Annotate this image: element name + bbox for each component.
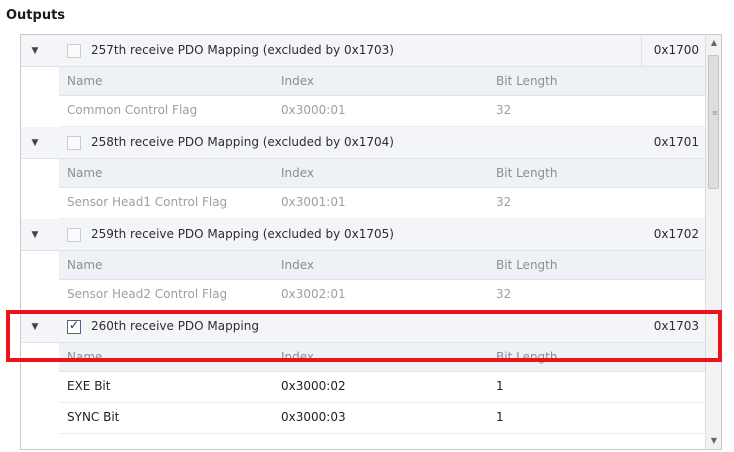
table-row[interactable]: EXE Bit 0x3000:02 1 bbox=[59, 372, 707, 403]
column-bitlength-header: Bit Length bbox=[496, 74, 558, 88]
table-row[interactable]: Sensor Head1 Control Flag 0x3001:01 32 bbox=[59, 188, 707, 219]
column-name-header: Name bbox=[67, 258, 103, 272]
column-divider bbox=[641, 35, 642, 67]
entry-index: 0x3002:01 bbox=[281, 287, 346, 301]
entry-bit-length: 1 bbox=[496, 379, 504, 393]
pdo-checkbox-1701[interactable] bbox=[67, 136, 81, 150]
scroll-thumb[interactable]: ≡ bbox=[708, 55, 719, 189]
pdo-group-title: 259th receive PDO Mapping (excluded by 0… bbox=[91, 227, 394, 241]
pdo-group-header-1702[interactable]: ▼ 259th receive PDO Mapping (excluded by… bbox=[21, 219, 707, 251]
entry-name: Common Control Flag bbox=[67, 103, 198, 117]
expand-toggle-icon[interactable]: ▼ bbox=[29, 45, 41, 57]
expand-toggle-icon[interactable]: ▼ bbox=[29, 137, 41, 149]
column-header-row: Name Index Bit Length bbox=[59, 251, 707, 280]
entry-bit-length: 32 bbox=[496, 287, 512, 301]
highlight-annotation-box bbox=[6, 310, 722, 362]
expand-toggle-icon[interactable]: ▼ bbox=[29, 229, 41, 241]
pdo-group-header-1701[interactable]: ▼ 258th receive PDO Mapping (excluded by… bbox=[21, 127, 707, 159]
entry-bit-length: 32 bbox=[496, 195, 512, 209]
column-index-header: Index bbox=[281, 258, 315, 272]
entry-name: SYNC Bit bbox=[67, 410, 120, 424]
entry-index: 0x3000:02 bbox=[281, 379, 346, 393]
pdo-checkbox-1702[interactable] bbox=[67, 228, 81, 242]
pdo-rows: ▼ 257th receive PDO Mapping (excluded by… bbox=[21, 35, 707, 434]
pdo-group-index: 0x1700 bbox=[653, 43, 699, 57]
table-row[interactable]: Sensor Head2 Control Flag 0x3002:01 32 bbox=[59, 280, 707, 311]
pdo-group-header-1700[interactable]: ▼ 257th receive PDO Mapping (excluded by… bbox=[21, 35, 707, 67]
column-index-header: Index bbox=[281, 166, 315, 180]
scroll-up-icon[interactable]: ▲ bbox=[706, 35, 721, 51]
column-name-header: Name bbox=[67, 166, 103, 180]
outputs-pdo-list[interactable]: ▼ 257th receive PDO Mapping (excluded by… bbox=[20, 34, 722, 450]
entry-bit-length: 32 bbox=[496, 103, 512, 117]
vertical-scrollbar[interactable]: ▲ ≡ ▼ bbox=[705, 35, 721, 449]
column-bitlength-header: Bit Length bbox=[496, 258, 558, 272]
entry-name: EXE Bit bbox=[67, 379, 111, 393]
scroll-down-icon[interactable]: ▼ bbox=[706, 433, 721, 449]
pdo-group-title: 257th receive PDO Mapping (excluded by 0… bbox=[91, 43, 394, 57]
column-bitlength-header: Bit Length bbox=[496, 166, 558, 180]
pdo-group-index: 0x1702 bbox=[653, 227, 699, 241]
outputs-title: Outputs bbox=[6, 8, 66, 23]
column-header-row: Name Index Bit Length bbox=[59, 159, 707, 188]
grip-icon: ≡ bbox=[712, 109, 718, 117]
column-header-row: Name Index Bit Length bbox=[59, 67, 707, 96]
pdo-checkbox-1700[interactable] bbox=[67, 44, 81, 58]
table-row[interactable]: SYNC Bit 0x3000:03 1 bbox=[59, 403, 707, 434]
pdo-group-title: 258th receive PDO Mapping (excluded by 0… bbox=[91, 135, 394, 149]
table-row[interactable]: Common Control Flag 0x3000:01 32 bbox=[59, 96, 707, 127]
entry-index: 0x3001:01 bbox=[281, 195, 346, 209]
pdo-group-index: 0x1701 bbox=[653, 135, 699, 149]
column-name-header: Name bbox=[67, 74, 103, 88]
entry-index: 0x3000:01 bbox=[281, 103, 346, 117]
entry-bit-length: 1 bbox=[496, 410, 504, 424]
entry-name: Sensor Head2 Control Flag bbox=[67, 287, 228, 301]
entry-name: Sensor Head1 Control Flag bbox=[67, 195, 228, 209]
column-index-header: Index bbox=[281, 74, 315, 88]
entry-index: 0x3000:03 bbox=[281, 410, 346, 424]
